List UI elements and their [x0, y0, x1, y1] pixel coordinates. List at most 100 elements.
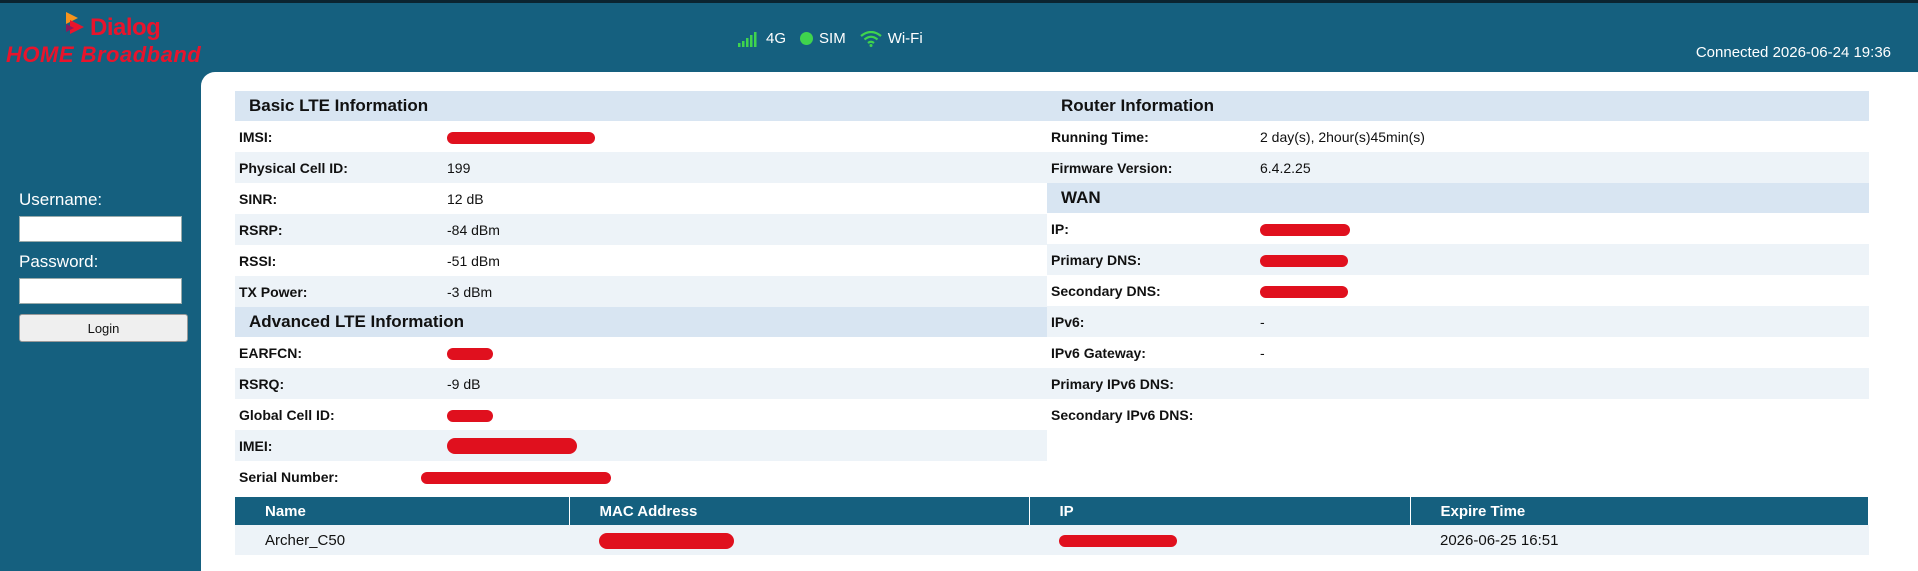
- sim-label: SIM: [819, 30, 846, 47]
- firmware-version-label: Firmware Version:: [1047, 152, 1256, 183]
- rsrp-value: -84 dBm: [443, 214, 1047, 245]
- router-info-table: Router Information Running Time: 2 day(s…: [1047, 91, 1869, 430]
- sim-status: SIM: [800, 30, 846, 47]
- primary-dns-label: Primary DNS:: [1047, 244, 1256, 275]
- redaction-mark: [447, 347, 493, 360]
- primary-dns-value: [1256, 244, 1869, 275]
- rssi-value: -51 dBm: [447, 252, 500, 269]
- network-label: 4G: [766, 30, 787, 47]
- wifi-label: Wi-Fi: [887, 30, 923, 47]
- running-time-label: Running Time:: [1051, 128, 1149, 145]
- info-row: Primary DNS:: [1047, 244, 1869, 275]
- pci-value: 199: [443, 152, 1047, 183]
- wan-ip-label: IP:: [1051, 220, 1069, 237]
- imsi-label: IMSI:: [239, 128, 273, 145]
- info-row: RSRP: -84 dBm: [235, 214, 1047, 245]
- info-row: IMEI:: [235, 430, 1047, 461]
- col-header-name: Name: [235, 497, 570, 525]
- serial-number-label: Serial Number:: [239, 468, 339, 485]
- info-row: IMSI:: [235, 121, 1047, 152]
- ipv6-value: -: [1256, 306, 1869, 337]
- wan-title: WAN: [1047, 183, 1869, 213]
- redaction-mark: [447, 131, 595, 144]
- info-row: Serial Number:: [235, 461, 1047, 492]
- client-name: Archer_C50: [235, 525, 569, 555]
- secondary-dns-label: Secondary DNS:: [1051, 282, 1161, 299]
- rsrq-label: RSRQ:: [235, 368, 443, 399]
- col-header-expire: Expire Time: [1410, 497, 1869, 525]
- brand-tagline: HOME Broadband: [6, 42, 202, 67]
- sinr-value: 12 dB: [447, 190, 484, 207]
- info-row: IP:: [1047, 213, 1869, 244]
- global-cell-id-value: [443, 399, 1047, 430]
- primary-ipv6-dns-value: [1256, 368, 1869, 399]
- rsrq-value: -9 dB: [443, 368, 1047, 399]
- username-label: Username:: [19, 190, 103, 209]
- client-expire: 2026-06-25 16:51: [1410, 525, 1869, 555]
- table-header-row: Name MAC Address IP Expire Time: [235, 497, 1869, 525]
- redaction-mark: [1059, 534, 1177, 547]
- basic-title: Basic LTE Information: [235, 91, 1047, 121]
- info-row: SINR: 12 dB: [235, 183, 1047, 214]
- signal-bars-icon: [738, 31, 757, 47]
- rsrp-label: RSRP:: [235, 214, 443, 245]
- dhcp-clients-table: Name MAC Address IP Expire Time Archer_C…: [235, 497, 1869, 555]
- info-row: IPv6: -: [1047, 306, 1869, 337]
- sinr-label: SINR:: [239, 190, 278, 207]
- info-row: EARFCN:: [235, 337, 1047, 368]
- section-header-basic: Basic LTE Information: [235, 91, 1047, 121]
- client-ip: [1029, 525, 1410, 555]
- dialog-logo-icon: [66, 12, 84, 34]
- secondary-ipv6-dns-label: Secondary IPv6 DNS:: [1051, 406, 1194, 423]
- client-mac: [569, 525, 1029, 555]
- password-label: Password:: [19, 252, 99, 271]
- login-button[interactable]: Login: [19, 314, 188, 342]
- network-status: 4G: [738, 30, 786, 47]
- wifi-status: Wi-Fi: [860, 30, 923, 47]
- section-header-router: Router Information: [1047, 91, 1869, 121]
- redaction-mark: [1260, 223, 1350, 236]
- status-bar: 4G SIM Wi-Fi: [738, 30, 923, 47]
- ipv6-gateway-value: -: [1260, 344, 1265, 361]
- info-row: RSSI: -51 dBm: [235, 245, 1047, 276]
- ipv6-gateway-label: IPv6 Gateway:: [1051, 344, 1146, 361]
- info-row: Physical Cell ID: 199: [235, 152, 1047, 183]
- redaction-mark: [1260, 285, 1348, 298]
- redaction-mark: [421, 471, 611, 484]
- redaction-mark: [447, 438, 577, 455]
- info-row: Secondary IPv6 DNS:: [1047, 399, 1869, 430]
- serial-number-value: [421, 461, 1047, 492]
- rssi-label: RSSI:: [239, 252, 277, 269]
- imsi-value: [443, 121, 1047, 152]
- password-input[interactable]: [19, 278, 182, 304]
- running-time-value: 2 day(s), 2hour(s)45min(s): [1260, 128, 1425, 145]
- imei-label: IMEI:: [235, 430, 443, 461]
- username-input[interactable]: [19, 216, 182, 242]
- secondary-ipv6-dns-value: [1256, 399, 1869, 430]
- info-row: Global Cell ID:: [235, 399, 1047, 430]
- firmware-version-value: 6.4.2.25: [1256, 152, 1869, 183]
- pci-label: Physical Cell ID:: [235, 152, 443, 183]
- section-header-advanced: Advanced LTE Information: [235, 307, 1047, 337]
- ipv6-label: IPv6:: [1047, 306, 1256, 337]
- lte-info-table: Basic LTE Information IMSI: Physical Cel…: [235, 91, 1047, 492]
- advanced-title: Advanced LTE Information: [235, 307, 1047, 337]
- tx-power-value: -3 dBm: [443, 276, 1047, 307]
- imei-value: [443, 430, 1047, 461]
- info-row: TX Power: -3 dBm: [235, 276, 1047, 307]
- info-row: Secondary DNS:: [1047, 275, 1869, 306]
- earfcn-value: [443, 337, 1047, 368]
- info-row: Primary IPv6 DNS:: [1047, 368, 1869, 399]
- primary-ipv6-dns-label: Primary IPv6 DNS:: [1047, 368, 1256, 399]
- brand-logo: Dialog HOME Broadband: [6, 6, 216, 68]
- secondary-dns-value: [1256, 275, 1869, 306]
- router-title: Router Information: [1047, 91, 1869, 121]
- connection-status: Connected 2026-06-24 19:36: [1695, 44, 1891, 61]
- brand-name: Dialog: [90, 14, 161, 41]
- section-header-wan: WAN: [1047, 183, 1869, 213]
- info-row: RSRQ: -9 dB: [235, 368, 1047, 399]
- top-border: [0, 0, 1918, 3]
- redaction-mark: [599, 532, 734, 549]
- wan-ip-value: [1256, 213, 1869, 244]
- info-row: Running Time: 2 day(s), 2hour(s)45min(s): [1047, 121, 1869, 152]
